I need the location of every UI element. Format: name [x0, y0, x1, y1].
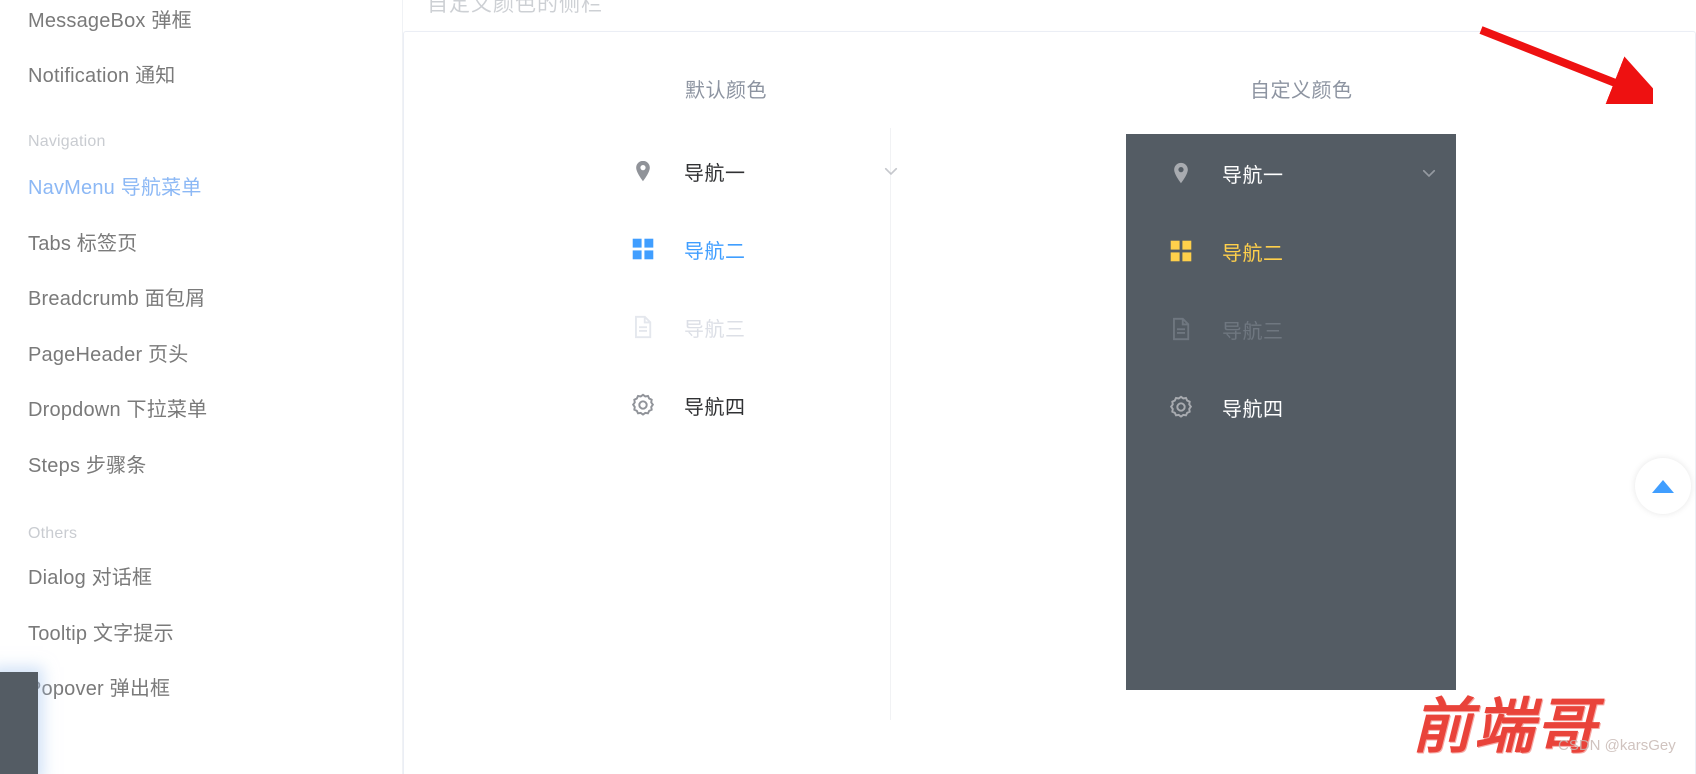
menu-item-label: 导航四: [684, 396, 746, 419]
nav-menu-custom: 导航一 导航二 导航三 导航四: [1126, 134, 1456, 690]
sidebar-item-breadcrumb[interactable]: Breadcrumb 面包屑: [28, 286, 205, 312]
chevron-down-icon[interactable]: [882, 162, 900, 180]
menu-item-nav-two[interactable]: 导航二: [588, 210, 918, 288]
column-title-default: 默认颜色: [685, 80, 767, 102]
sidebar-item-steps[interactable]: Steps 步骤条: [28, 453, 147, 479]
sidebar-item-notification[interactable]: Notification 通知: [28, 63, 176, 89]
menu-item-nav-four[interactable]: 导航四: [588, 366, 918, 444]
dark-panel-corner-fragment: [0, 672, 38, 774]
menu-item-label: 导航四: [1222, 398, 1284, 421]
gear-icon: [1169, 395, 1193, 418]
sidebar-item-popover[interactable]: Popover 弹出框: [28, 676, 170, 702]
location-pin-icon: [1174, 162, 1188, 184]
sidebar-item-tabs[interactable]: Tabs 标签页: [28, 231, 137, 257]
menu-item-label: 导航一: [684, 162, 746, 185]
sidebar-item-tooltip[interactable]: Tooltip 文字提示: [28, 621, 174, 647]
menu-item-nav-two-dark[interactable]: 导航二: [1126, 212, 1456, 290]
location-pin-icon: [636, 160, 650, 182]
demo-card: 默认颜色 自定义颜色 导航一 导航二 导航三 导航四 导航一 导航二 导航三 导…: [403, 31, 1696, 774]
grid-icon: [632, 238, 654, 260]
menu-item-label: 导航三: [684, 318, 746, 341]
menu-item-nav-one[interactable]: 导航一: [588, 132, 918, 210]
nav-menu-default: 导航一 导航二 导航三 导航四: [588, 132, 918, 444]
menu-item-label: 导航三: [1222, 320, 1284, 343]
watermark-credit: CSDN @karsGey: [1558, 737, 1676, 754]
menu-item-nav-three: 导航三: [588, 288, 918, 366]
column-title-custom: 自定义颜色: [1250, 80, 1353, 102]
sidebar-item-dropdown[interactable]: Dropdown 下拉菜单: [28, 397, 207, 423]
menu-item-label: 导航二: [1222, 242, 1284, 265]
document-icon: [1173, 317, 1190, 341]
sidebar-group-navigation: Navigation: [28, 133, 106, 150]
chevron-down-icon[interactable]: [1420, 164, 1438, 182]
gear-icon: [631, 393, 655, 416]
breadcrumb: 自定义颜色的侧栏: [427, 0, 603, 16]
sidebar: MessageBox 弹框 Notification 通知 Navigation…: [0, 0, 403, 774]
sidebar-item-dialog[interactable]: Dialog 对话框: [28, 565, 152, 591]
menu-item-nav-three-dark: 导航三: [1126, 290, 1456, 368]
menu-item-label: 导航一: [1222, 164, 1284, 187]
back-to-top-button[interactable]: [1635, 458, 1691, 514]
arrow-up-icon: [1652, 479, 1674, 493]
main-content: 自定义颜色的侧栏 默认颜色 自定义颜色 导航一 导航二 导航三 导航四 导航一 …: [403, 0, 1696, 774]
document-icon: [635, 315, 652, 339]
menu-item-nav-one-dark[interactable]: 导航一: [1126, 134, 1456, 212]
menu-item-nav-four-dark[interactable]: 导航四: [1126, 368, 1456, 446]
page-root: MessageBox 弹框 Notification 通知 Navigation…: [0, 0, 1696, 774]
sidebar-item-messagebox[interactable]: MessageBox 弹框: [28, 8, 192, 34]
grid-icon: [1170, 240, 1192, 262]
sidebar-item-pageheader[interactable]: PageHeader 页头: [28, 342, 188, 368]
sidebar-group-others: Others: [28, 525, 78, 542]
menu-item-label: 导航二: [684, 240, 746, 263]
sidebar-item-navmenu[interactable]: NavMenu 导航菜单: [28, 175, 202, 201]
